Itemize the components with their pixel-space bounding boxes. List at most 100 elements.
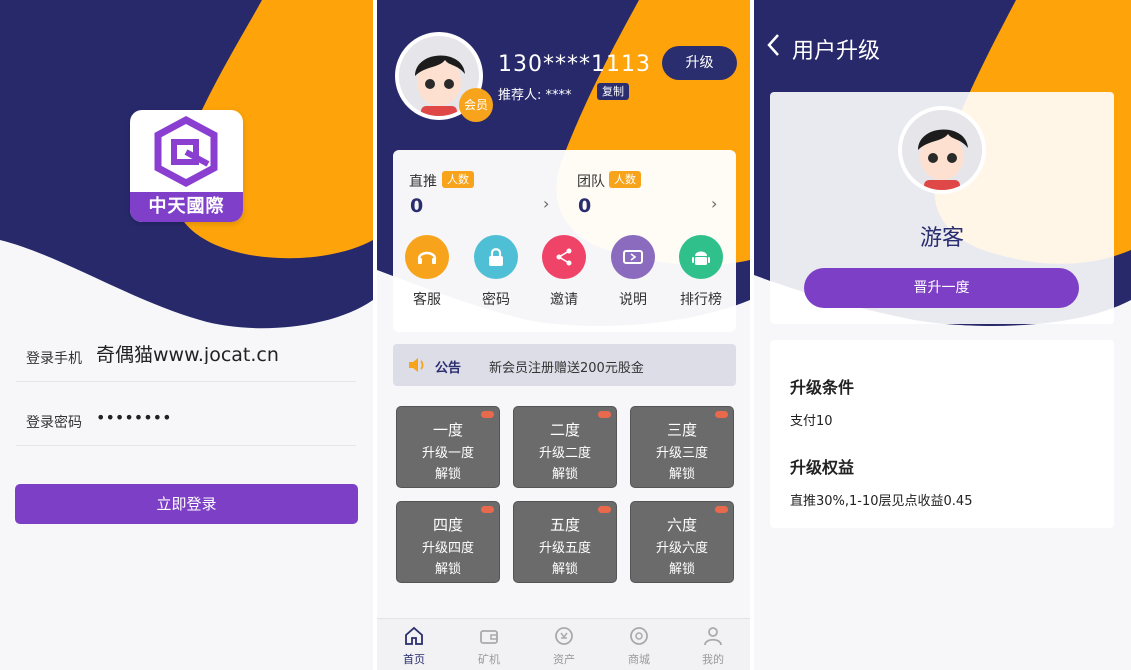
phone-field[interactable]: 登录手机: [16, 328, 356, 382]
level-sub: 升级六度: [655, 541, 708, 556]
user-role: 游客: [919, 226, 964, 251]
level-action: 解锁: [551, 467, 578, 482]
tab-store[interactable]: 商城: [602, 619, 676, 670]
level-title: 三度: [666, 421, 697, 439]
stat-label: 团队: [577, 174, 605, 190]
login-button[interactable]: 立即登录: [15, 484, 358, 524]
level-action: 解锁: [551, 562, 578, 577]
cube-logo-icon: [154, 116, 218, 187]
chevron-right-icon: ›: [543, 194, 550, 213]
tab-mine[interactable]: 我的: [676, 619, 750, 670]
notice-bar[interactable]: 公告 新会员注册赠送200元股金: [393, 344, 736, 386]
conditions-text: 支付10: [790, 414, 833, 429]
home-icon: [405, 626, 423, 645]
password-input[interactable]: ••••••••: [96, 408, 346, 427]
level-sub: 升级一度: [421, 446, 474, 461]
tab-miner[interactable]: 矿机: [452, 619, 526, 670]
password-label: 登录密码: [26, 415, 82, 431]
referrer-value: ****: [545, 88, 572, 103]
user-phone: 130****1113: [498, 52, 651, 77]
tab-home[interactable]: 首页: [377, 619, 451, 670]
home-screen: 会员 130****1113 推荐人: **** 复制 升级 直推 人数 0 ›…: [377, 0, 750, 670]
shortcut-label: 客服: [413, 292, 441, 308]
notice-text: 新会员注册赠送200元股金: [489, 361, 644, 376]
tab-label: 商城: [628, 653, 650, 666]
shortcut-label: 密码: [482, 292, 510, 308]
tab-label: 资产: [553, 653, 575, 666]
level-title: 二度: [549, 421, 580, 439]
shortcut-label: 说明: [619, 292, 647, 308]
promote-button[interactable]: 晋升一度: [804, 268, 1079, 308]
chevron-right-icon: ›: [711, 194, 718, 213]
upgrade-info-card: 升级条件 支付10 升级权益 直推30%,1-10层见点收益0.45: [770, 340, 1114, 528]
level-action: 解锁: [434, 562, 461, 577]
tab-label: 我的: [702, 653, 724, 666]
user-icon: [704, 627, 722, 646]
chevron-left-icon: [767, 34, 779, 56]
notice-title: 公告: [435, 361, 462, 376]
phone-input[interactable]: [96, 342, 346, 364]
stat-value: 0: [410, 195, 424, 217]
assets-icon: [555, 627, 573, 645]
level-title: 五度: [549, 516, 580, 534]
speaker-icon: [409, 358, 424, 372]
tab-label: 矿机: [478, 653, 500, 666]
referrer-line: 推荐人: ****: [498, 84, 572, 103]
login-screen: 中天國際 登录手机 登录密码 •••••••• 立即登录: [0, 0, 373, 670]
level-title: 六度: [666, 516, 697, 534]
level-card-3[interactable]: 三度 升级三度 解锁: [630, 406, 734, 488]
password-field[interactable]: 登录密码 ••••••••: [16, 392, 356, 446]
phone-label: 登录手机: [26, 351, 82, 367]
stat-tag: 人数: [442, 171, 474, 188]
level-action: 解锁: [434, 467, 461, 482]
level-dot: [715, 506, 728, 513]
level-dot: [481, 506, 494, 513]
logo-text: 中天國際: [130, 192, 243, 222]
back-button[interactable]: [766, 32, 782, 62]
level-title: 一度: [432, 421, 463, 439]
shortcut-label: 邀请: [550, 292, 578, 308]
user-avatar: [898, 106, 986, 194]
level-dot: [598, 411, 611, 418]
stat-value: 0: [578, 195, 592, 217]
level-dot: [481, 411, 494, 418]
level-card-6[interactable]: 六度 升级六度 解锁: [630, 501, 734, 583]
upgrade-button[interactable]: 升级: [662, 46, 737, 80]
level-card-2[interactable]: 二度 升级二度 解锁: [513, 406, 617, 488]
level-dot: [715, 411, 728, 418]
level-sub: 升级四度: [421, 541, 474, 556]
referrer-label: 推荐人:: [498, 88, 542, 103]
android-icon: [679, 235, 723, 279]
upgrade-screen: 用户升级 游客 晋升一度 升级条件 支付10 升级权益 直推30%,1-10层见…: [754, 0, 1131, 670]
level-card-5[interactable]: 五度 升级五度 解锁: [513, 501, 617, 583]
level-action: 解锁: [668, 562, 695, 577]
level-card-4[interactable]: 四度 升级四度 解锁: [396, 501, 500, 583]
app-logo: 中天國際: [130, 110, 243, 222]
level-dot: [598, 506, 611, 513]
level-sub: 升级五度: [538, 541, 591, 556]
level-sub: 升级三度: [655, 446, 708, 461]
level-title: 四度: [432, 516, 463, 534]
avatar-face-icon: [902, 110, 982, 190]
ticket-icon: [611, 235, 655, 279]
share-icon: [542, 235, 586, 279]
wallet-icon: [480, 630, 498, 644]
page-title: 用户升级: [792, 39, 881, 64]
level-card-1[interactable]: 一度 升级一度 解锁: [396, 406, 500, 488]
tab-label: 首页: [403, 653, 425, 666]
lock-icon: [474, 235, 518, 279]
user-card: 游客 晋升一度: [770, 92, 1114, 324]
benefits-text: 直推30%,1-10层见点收益0.45: [790, 494, 973, 509]
stat-label: 直推: [409, 174, 437, 190]
tab-assets[interactable]: 资产: [527, 619, 601, 670]
benefits-title: 升级权益: [790, 458, 855, 477]
level-sub: 升级二度: [538, 446, 591, 461]
stats-card: 直推 人数 0 › 团队 人数 0 › 客服 密码 邀请 说明 排行榜: [393, 150, 736, 332]
screenshot-root: 中天國際 登录手机 登录密码 •••••••• 立即登录 会员: [0, 0, 1131, 670]
conditions-title: 升级条件: [790, 378, 855, 397]
member-badge: 会员: [459, 88, 493, 122]
bottom-tab-bar: 首页 矿机 资产 商城 我的: [377, 618, 750, 670]
copy-button[interactable]: 复制: [597, 83, 629, 100]
level-action: 解锁: [668, 467, 695, 482]
shortcut-label: 排行榜: [680, 292, 722, 308]
